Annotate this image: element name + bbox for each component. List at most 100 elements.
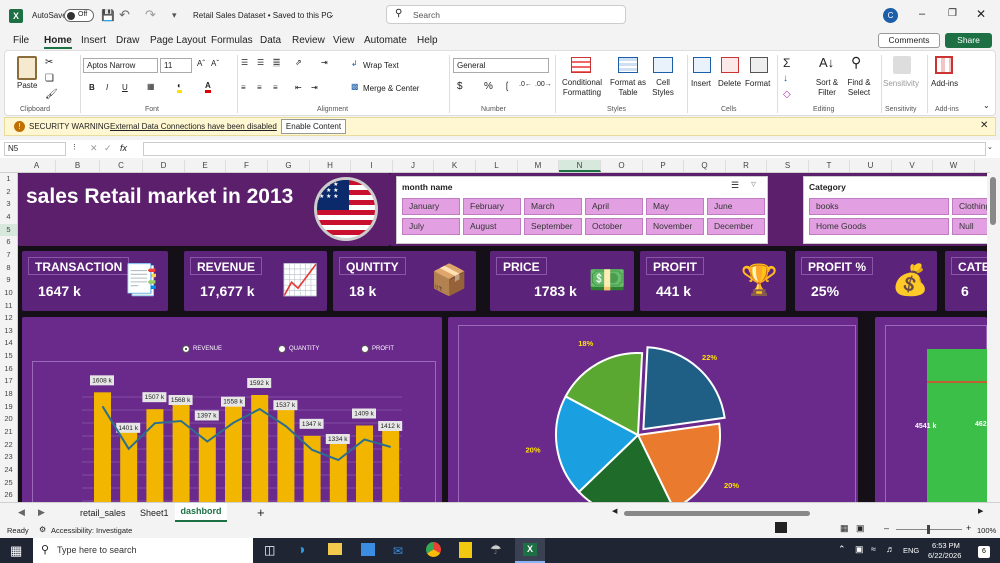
font-name-select[interactable]: Aptos Narrow	[83, 58, 158, 73]
font-size-select[interactable]: 11	[160, 58, 192, 73]
month-chip-december[interactable]: December	[707, 218, 765, 235]
column-header[interactable]: H	[310, 160, 351, 172]
row-header[interactable]: 23	[0, 451, 17, 464]
bold-icon[interactable]: B	[89, 83, 95, 92]
menu-data[interactable]: Data	[260, 35, 281, 46]
month-chip-march[interactable]: March	[524, 198, 582, 215]
user-avatar[interactable]: C	[883, 8, 898, 23]
power-bi-icon[interactable]	[459, 542, 472, 558]
number-format-select[interactable]: General	[453, 58, 549, 73]
clock-time[interactable]: 6:53 PM	[932, 541, 960, 550]
align-middle-icon[interactable]: ☰	[257, 58, 264, 67]
row-header[interactable]: 16	[0, 363, 17, 376]
sheet-tab-retail-sales[interactable]: retail_sales	[80, 508, 126, 518]
row-header[interactable]: 3	[0, 198, 17, 211]
menu-file[interactable]: File	[13, 35, 29, 46]
column-header[interactable]: W	[933, 160, 975, 172]
align-top-icon[interactable]: ☰	[241, 58, 248, 67]
language-indicator[interactable]: ENG	[903, 546, 919, 555]
menu-home[interactable]: Home	[44, 35, 72, 49]
sheet-tab-sheet1[interactable]: Sheet1	[140, 508, 169, 518]
sheet-tab-dashbord[interactable]: dashbord	[175, 503, 227, 522]
month-chip-november[interactable]: November	[646, 218, 704, 235]
multi-select-icon[interactable]: ☰	[731, 180, 739, 191]
column-header[interactable]: N	[559, 160, 601, 172]
task-view-icon[interactable]: ◫	[264, 543, 275, 557]
row-header[interactable]: 22	[0, 439, 17, 452]
row-header[interactable]: 15	[0, 350, 17, 363]
delete-cells-button[interactable]: Delete	[718, 79, 741, 88]
search-box[interactable]: ⚲ Search	[386, 5, 626, 24]
accessibility-status[interactable]: Accessibility: Investigate	[51, 526, 132, 535]
copy-icon[interactable]: ❏	[45, 73, 54, 84]
row-header[interactable]: 6	[0, 236, 17, 249]
cut-icon[interactable]: ✂	[45, 57, 53, 68]
column-header[interactable]: E	[185, 160, 226, 172]
month-chip-april[interactable]: April	[585, 198, 643, 215]
column-header[interactable]: C	[100, 160, 143, 172]
clock-date[interactable]: 6/22/2026	[928, 551, 961, 560]
orientation-icon[interactable]: ⇗	[295, 58, 302, 67]
bar-month-1[interactable]	[94, 392, 111, 502]
autosave-toggle[interactable]: Off	[64, 9, 94, 22]
menu-review[interactable]: Review	[292, 35, 325, 46]
column-header[interactable]: R	[726, 160, 767, 172]
menu-automate[interactable]: Automate	[364, 35, 407, 46]
format-painter-icon[interactable]: 🖌	[45, 89, 58, 100]
month-chip-june[interactable]: June	[707, 198, 765, 215]
paste-icon[interactable]	[17, 56, 37, 80]
column-header[interactable]: V	[892, 160, 933, 172]
row-header[interactable]: 2	[0, 186, 17, 199]
align-center-icon[interactable]: ≡	[257, 83, 262, 92]
underline-icon[interactable]: U	[122, 83, 128, 92]
column-header[interactable]: Q	[684, 160, 726, 172]
row-header[interactable]: 26	[0, 489, 17, 502]
month-chip-february[interactable]: February	[463, 198, 521, 215]
indent-icon[interactable]: ⇥	[321, 58, 328, 67]
category-chip-clothing[interactable]: Clothing	[952, 198, 987, 215]
column-header[interactable]: O	[601, 160, 643, 172]
row-header[interactable]: 7	[0, 249, 17, 262]
percent-icon[interactable]: %	[484, 81, 493, 92]
borders-icon[interactable]: ▦	[147, 82, 155, 91]
cancel-formula-icon[interactable]: ✕	[90, 143, 98, 154]
decrease-decimal-icon[interactable]: .00→	[535, 81, 552, 88]
month-chip-january[interactable]: January	[402, 198, 460, 215]
cell-styles-button[interactable]: Cell Styles	[647, 78, 679, 98]
undo-icon[interactable]: ↶	[119, 7, 130, 23]
currency-icon[interactable]: $	[457, 81, 463, 92]
align-right-icon[interactable]: ≡	[273, 83, 278, 92]
wrap-text-button[interactable]: Wrap Text	[363, 61, 399, 70]
insert-function-icon[interactable]: fx	[120, 143, 127, 153]
merge-center-button[interactable]: Merge & Center	[363, 84, 419, 93]
row-header[interactable]: 24	[0, 464, 17, 477]
autosum-icon[interactable]: Σ	[783, 56, 790, 70]
row-header[interactable]: 19	[0, 401, 17, 414]
column-header[interactable]: G	[268, 160, 310, 172]
row-header[interactable]: 10	[0, 287, 17, 300]
comments-button[interactable]: Comments	[878, 33, 940, 48]
menu-insert[interactable]: Insert	[81, 35, 106, 46]
category-chip-books[interactable]: books	[809, 198, 949, 215]
decrease-indent-icon[interactable]: ⇤	[295, 83, 302, 92]
wifi-icon[interactable]: ≈	[871, 544, 876, 554]
app-icon[interactable]: ☂	[490, 542, 502, 558]
row-header[interactable]: 17	[0, 375, 17, 388]
zoom-out-icon[interactable]: –	[884, 523, 889, 533]
month-chip-may[interactable]: May	[646, 198, 704, 215]
prev-sheet-icon[interactable]: ◀	[18, 507, 25, 518]
bar-month-5[interactable]	[198, 427, 216, 503]
redo-icon[interactable]: ↷	[145, 7, 156, 23]
conditional-formatting-button[interactable]: Conditional Formatting	[560, 78, 604, 98]
month-chip-october[interactable]: October	[585, 218, 643, 235]
file-explorer-icon[interactable]	[328, 543, 342, 555]
menu-help[interactable]: Help	[417, 35, 438, 46]
row-header[interactable]: 8	[0, 262, 17, 275]
format-cells-button[interactable]: Format	[745, 79, 770, 88]
network-icon[interactable]: ▣	[855, 544, 864, 555]
title-chevron-icon[interactable]: ⌄	[328, 10, 335, 19]
vertical-scrollbar[interactable]	[987, 173, 1000, 502]
italic-icon[interactable]: I	[106, 83, 108, 92]
column-header[interactable]: U	[850, 160, 892, 172]
paste-button[interactable]: Paste	[17, 81, 37, 90]
